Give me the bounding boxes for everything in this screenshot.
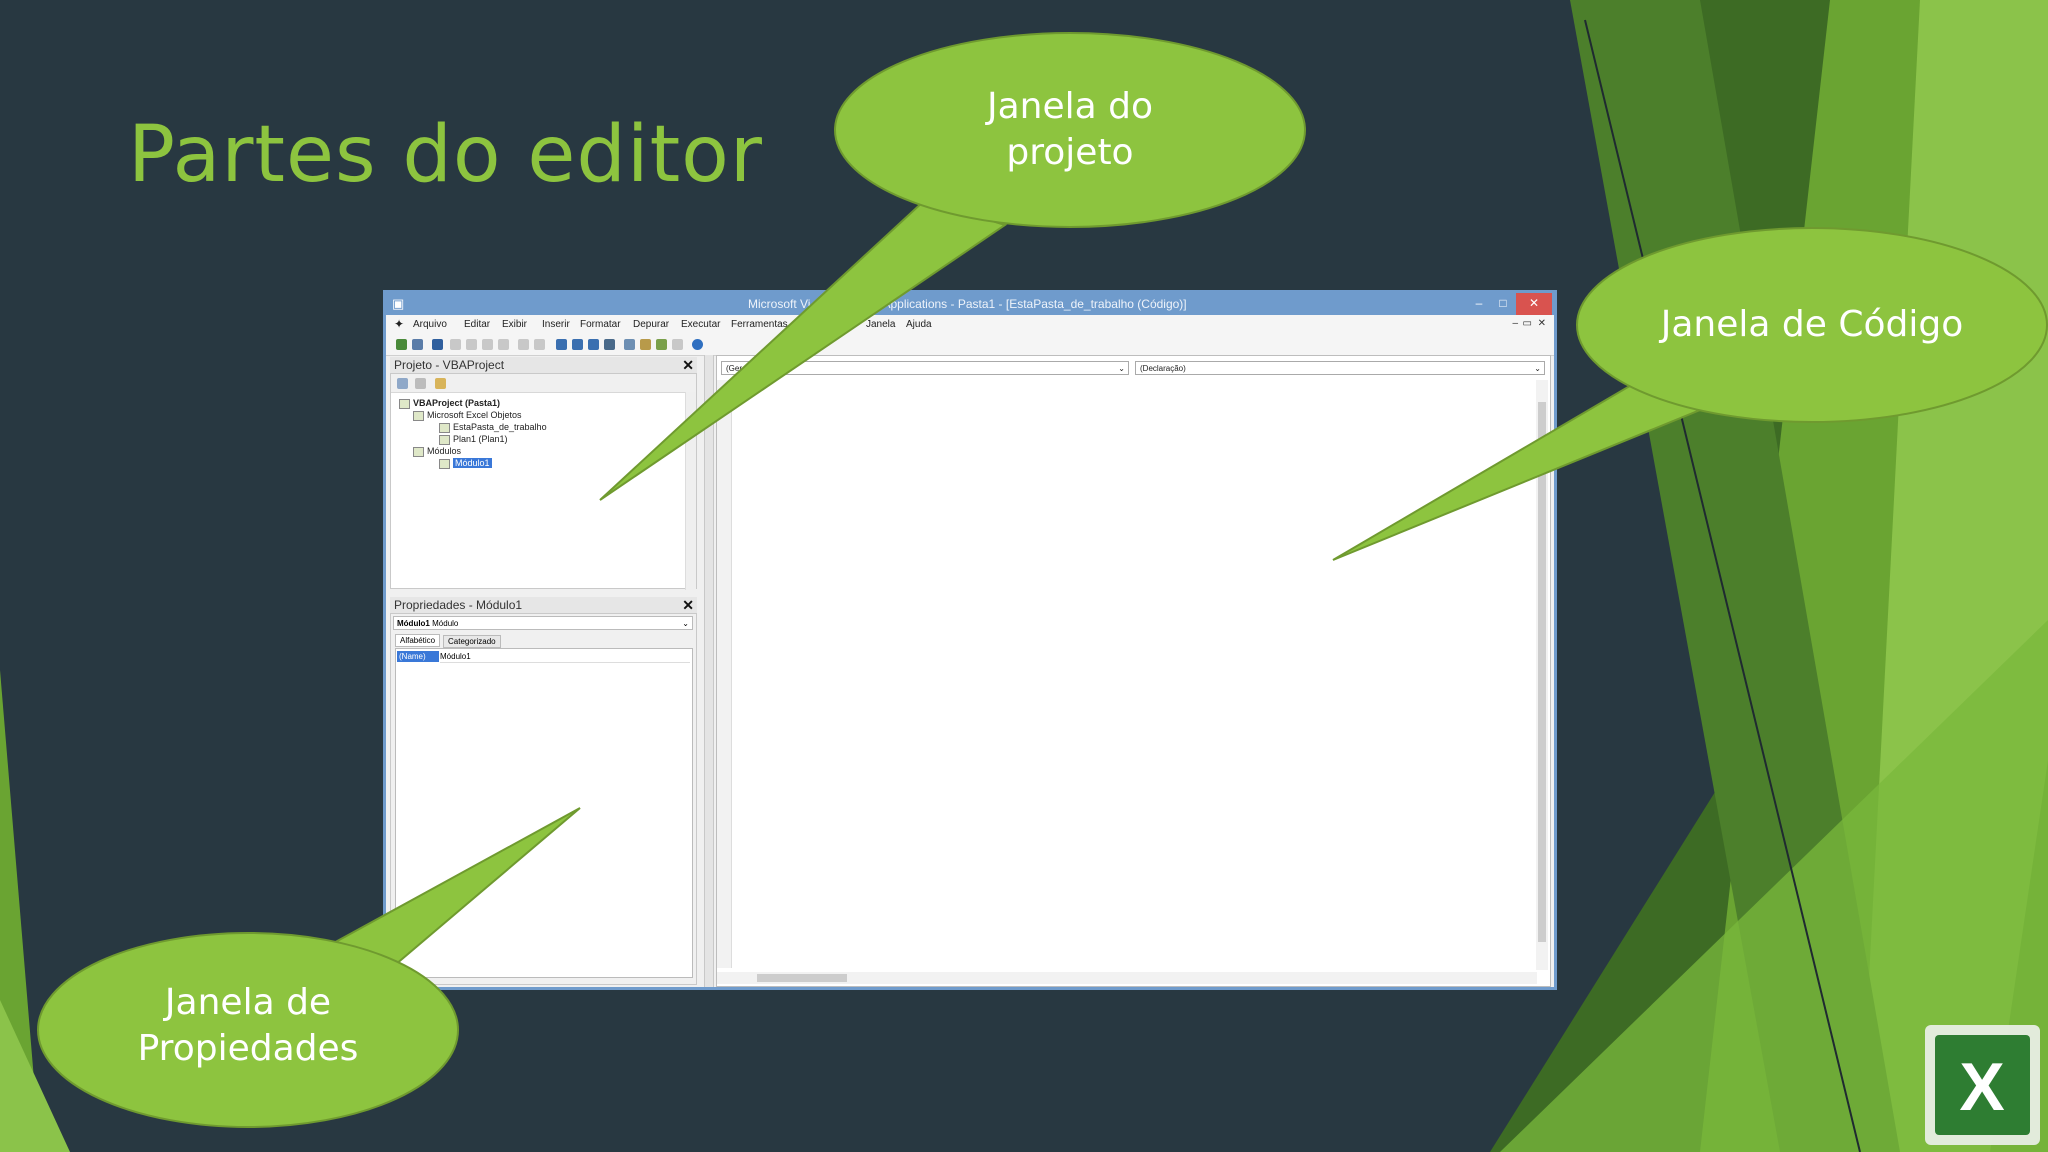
callout-properties-line1: Janela de — [164, 982, 332, 1023]
callout-properties-text: Janela de Propiedades — [38, 980, 458, 1072]
callout-code-line1: Janela de Código — [1660, 304, 1964, 345]
callout-properties-line2: Propiedades — [137, 1028, 359, 1069]
callout-project-line2: projeto — [1006, 132, 1134, 173]
svg-text:X: X — [1959, 1049, 2004, 1125]
callout-code-text: Janela de Código — [1577, 302, 2047, 348]
callout-project-text: Janela do projeto — [835, 84, 1305, 176]
callout-code — [1332, 227, 2048, 561]
callout-properties — [37, 807, 581, 1128]
excel-logo-icon: X — [1925, 1025, 2040, 1145]
callout-project-line1: Janela do — [986, 86, 1154, 127]
